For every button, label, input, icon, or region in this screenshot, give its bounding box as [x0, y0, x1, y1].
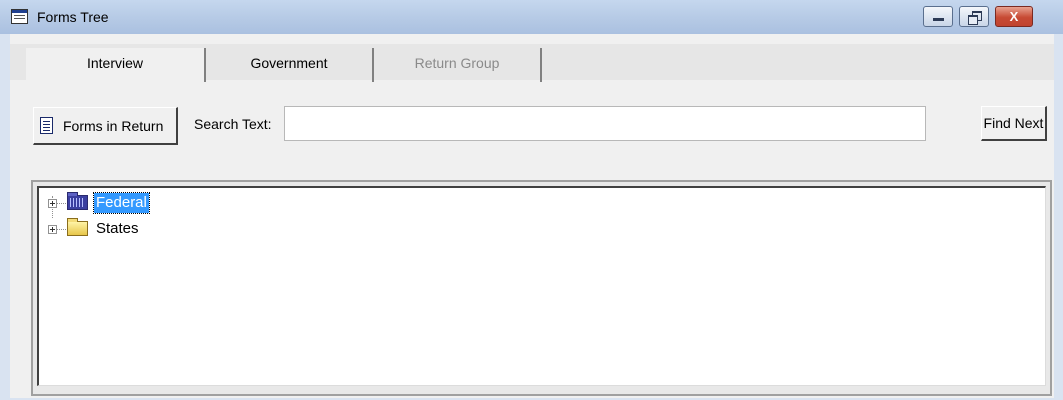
restore-button[interactable]: [959, 6, 989, 27]
document-icon: [40, 117, 53, 134]
search-input[interactable]: [284, 106, 926, 141]
federal-folder-icon: [67, 192, 88, 210]
tree-connector: [57, 203, 66, 204]
forms-tree[interactable]: Federal States: [37, 186, 1046, 386]
search-label: Search Text:: [194, 116, 272, 132]
tree-connector: [57, 229, 66, 230]
expand-icon[interactable]: [48, 225, 57, 234]
tab-label: Return Group: [414, 55, 500, 71]
title-bar[interactable]: Forms Tree X: [0, 0, 1063, 34]
find-next-button[interactable]: Find Next: [981, 106, 1047, 141]
forms-in-return-label: Forms in Return: [63, 118, 164, 134]
minimize-button[interactable]: [923, 6, 953, 27]
close-button[interactable]: X: [995, 6, 1033, 27]
forms-in-return-button[interactable]: Forms in Return: [33, 107, 178, 145]
app-icon: [11, 9, 28, 24]
folder-icon: [67, 218, 88, 236]
tab-return-group[interactable]: Return Group: [372, 48, 542, 82]
tab-label: Interview: [86, 55, 144, 71]
tree-panel: Federal States: [31, 180, 1052, 396]
client-area: Interview Government Return Group Forms …: [10, 34, 1054, 398]
tab-interview[interactable]: Interview: [26, 48, 204, 82]
window-title: Forms Tree: [37, 9, 109, 25]
tab-label: Government: [250, 55, 328, 71]
forms-tree-window: Forms Tree X Interview Government Return…: [0, 0, 1063, 400]
tree-node-label[interactable]: Federal: [93, 192, 150, 214]
expand-icon[interactable]: [48, 199, 57, 208]
tree-node-label[interactable]: States: [94, 219, 141, 239]
tab-government[interactable]: Government: [204, 48, 372, 82]
